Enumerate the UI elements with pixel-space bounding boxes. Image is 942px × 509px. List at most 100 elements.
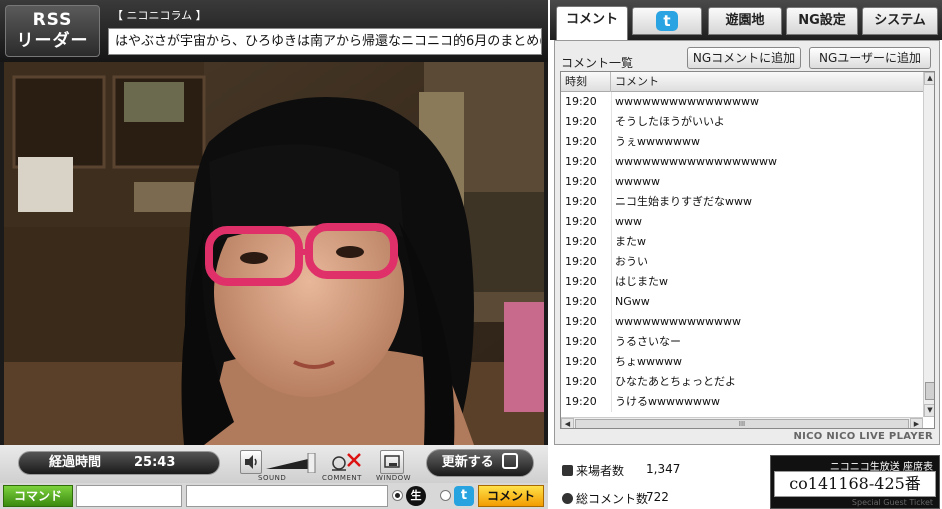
refresh-button[interactable]: 更新する xyxy=(426,449,534,477)
rss-headline-link[interactable]: はやぶさが宇宙から、ひろゆきは南アから帰還なニコニコ的6月のまとめ(20… xyxy=(108,28,542,55)
comments-label: 総コメント数 xyxy=(576,492,649,506)
table-row[interactable]: 19:20 うけるwwwwwwww xyxy=(561,392,923,412)
send-comment-button[interactable]: コメント xyxy=(478,485,544,507)
visitors-label: 来場者数 xyxy=(576,464,625,478)
row-time: 19:20 xyxy=(565,315,597,328)
nama-radio[interactable] xyxy=(392,490,403,501)
ticket-subtitle: Special Guest Ticket xyxy=(851,498,933,507)
table-row[interactable]: 19:20 ひなたあとちょっとだよ xyxy=(561,372,923,392)
table-row[interactable]: 19:20 うるさいなー xyxy=(561,332,923,352)
twitter-icon: t xyxy=(454,486,474,506)
row-time: 19:20 xyxy=(565,355,597,368)
column-time-header[interactable]: 時刻 xyxy=(561,72,611,92)
volume-slider[interactable] xyxy=(266,452,316,474)
comments-icon xyxy=(562,493,573,504)
row-comment: wwwwwwwwwwwwww xyxy=(615,315,741,328)
comment-input[interactable] xyxy=(186,485,388,507)
rss-category: 【 ニコニコラム 】 xyxy=(112,9,207,22)
comment-table-header: 時刻 コメント xyxy=(561,72,923,92)
command-input[interactable] xyxy=(76,485,182,507)
scroll-left-icon[interactable]: ◀ xyxy=(561,418,574,428)
row-comment: うけるwwwwwwww xyxy=(615,395,720,408)
visitors-icon xyxy=(562,465,573,476)
tab-comment[interactable]: コメント xyxy=(556,6,628,40)
nama-icon: 生 xyxy=(406,486,426,506)
scroll-down-icon[interactable]: ▼ xyxy=(924,404,934,417)
comment-list-title: コメント一覧 xyxy=(561,56,634,70)
command-button[interactable]: コマンド xyxy=(3,485,73,507)
player-brand: NICO NICO LIVE PLAYER xyxy=(793,431,933,442)
table-row[interactable]: 19:20 うぇwwwwwww xyxy=(561,132,923,152)
table-row[interactable]: 19:20 wwwwwwwwwwwwww xyxy=(561,312,923,332)
row-comment: はじまたw xyxy=(615,275,668,288)
scroll-up-icon[interactable]: ▲ xyxy=(924,72,934,85)
table-row[interactable]: 19:20 ニコ生始まりすぎだなwww xyxy=(561,192,923,212)
table-row[interactable]: 19:20 そうしたほうがいいよ xyxy=(561,112,923,132)
row-comment: NGww xyxy=(615,295,650,308)
window-icon xyxy=(384,455,400,468)
rss-reader-logo[interactable]: RSS リーダー xyxy=(5,5,100,57)
video-stream[interactable] xyxy=(4,62,544,445)
row-time: 19:20 xyxy=(565,335,597,348)
sound-button[interactable] xyxy=(240,450,262,474)
row-time: 19:20 xyxy=(565,235,597,248)
player-controls: 経過時間 25:43 SOUND COMMENT WINDOW 更新する xyxy=(0,445,548,483)
table-row[interactable]: 19:20 wwwwwwwwwwwwwwwwww xyxy=(561,152,923,172)
row-time: 19:20 xyxy=(565,155,597,168)
window-button[interactable] xyxy=(380,450,404,474)
row-comment: ニコ生始まりすぎだなwww xyxy=(615,195,752,208)
tab-bar: コメント t 遊園地 NG設定 システム xyxy=(550,0,942,40)
vertical-scrollbar[interactable]: ▲ ▼ xyxy=(923,72,934,417)
row-time: 19:20 xyxy=(565,215,597,228)
comment-rows: 19:20 wwwwwwwwwwwwwwww 19:20 そうしたほうがいいよ 19:2… xyxy=(561,92,923,412)
seat-ticket: ニコニコ生放送 座席表 co141168-425番 Special Guest … xyxy=(770,455,940,509)
add-ng-comment-button[interactable]: NGコメントに追加 xyxy=(687,47,801,69)
comment-table: 時刻 コメント 19:20 wwwwwwwwwwwwwwww 19:20 そうしたほう… xyxy=(560,71,935,429)
elapsed-time-display: 経過時間 25:43 xyxy=(18,451,220,475)
table-row[interactable]: 19:20 おうい xyxy=(561,252,923,272)
row-comment: ひなたあとちょっとだよ xyxy=(615,375,736,388)
tab-twitter[interactable]: t xyxy=(632,7,702,35)
horizontal-scroll-thumb[interactable]: III xyxy=(575,419,909,428)
tab-system[interactable]: システム xyxy=(862,7,938,35)
row-time: 19:20 xyxy=(565,275,597,288)
row-comment: またw xyxy=(615,235,646,248)
stats-area: 来場者数 1,347 総コメント数 722 xyxy=(554,452,764,508)
add-ng-user-button[interactable]: NGユーザーに追加 xyxy=(809,47,931,69)
table-row[interactable]: 19:20 ちょwwwww xyxy=(561,352,923,372)
table-row[interactable]: 19:20 wwwww xyxy=(561,172,923,192)
row-comment: wwwwwwwwwwwwwwwwww xyxy=(615,155,777,168)
sound-label: SOUND xyxy=(258,474,287,482)
rss-logo-line2: リーダー xyxy=(16,31,89,51)
row-comment: ちょwwwww xyxy=(615,355,682,368)
row-time: 19:20 xyxy=(565,255,597,268)
table-row[interactable]: 19:20 またw xyxy=(561,232,923,252)
tab-amusement-park[interactable]: 遊園地 xyxy=(708,7,782,35)
command-bar: コマンド 生 t コメント xyxy=(0,483,548,509)
row-time: 19:20 xyxy=(565,195,597,208)
table-row[interactable]: 19:20 wwwwwwwwwwwwwwww xyxy=(561,92,923,112)
row-time: 19:20 xyxy=(565,375,597,388)
volume-wedge-icon xyxy=(266,452,316,474)
tab-ng-settings[interactable]: NG設定 xyxy=(786,7,858,35)
nico-live-player: RSS リーダー 【 ニコニコラム 】 はやぶさが宇宙から、ひろゆきは南アから帰… xyxy=(0,0,942,509)
row-time: 19:20 xyxy=(565,95,597,108)
row-comment: うるさいなー xyxy=(615,335,681,348)
row-comment: うぇwwwwwww xyxy=(615,135,700,148)
table-row[interactable]: 19:20 NGww xyxy=(561,292,923,312)
column-comment-header[interactable]: コメント xyxy=(611,72,923,92)
ticket-seat-number: co141168-425番 xyxy=(774,471,936,497)
visitors-value: 1,347 xyxy=(646,462,681,476)
horizontal-scrollbar[interactable]: ◀ III ▶ xyxy=(561,417,923,428)
row-time: 19:20 xyxy=(565,295,597,308)
twitter-radio[interactable] xyxy=(440,490,451,501)
comments-stat: 総コメント数 722 xyxy=(562,490,669,507)
vertical-scroll-thumb[interactable] xyxy=(925,382,934,400)
row-time: 19:20 xyxy=(565,135,597,148)
elapsed-value: 25:43 xyxy=(134,455,176,470)
table-row[interactable]: 19:20 はじまたw xyxy=(561,272,923,292)
comment-label: COMMENT xyxy=(322,474,362,482)
scroll-right-icon[interactable]: ▶ xyxy=(910,418,923,428)
comment-toggle-button[interactable] xyxy=(326,450,364,474)
table-row[interactable]: 19:20 www xyxy=(561,212,923,232)
